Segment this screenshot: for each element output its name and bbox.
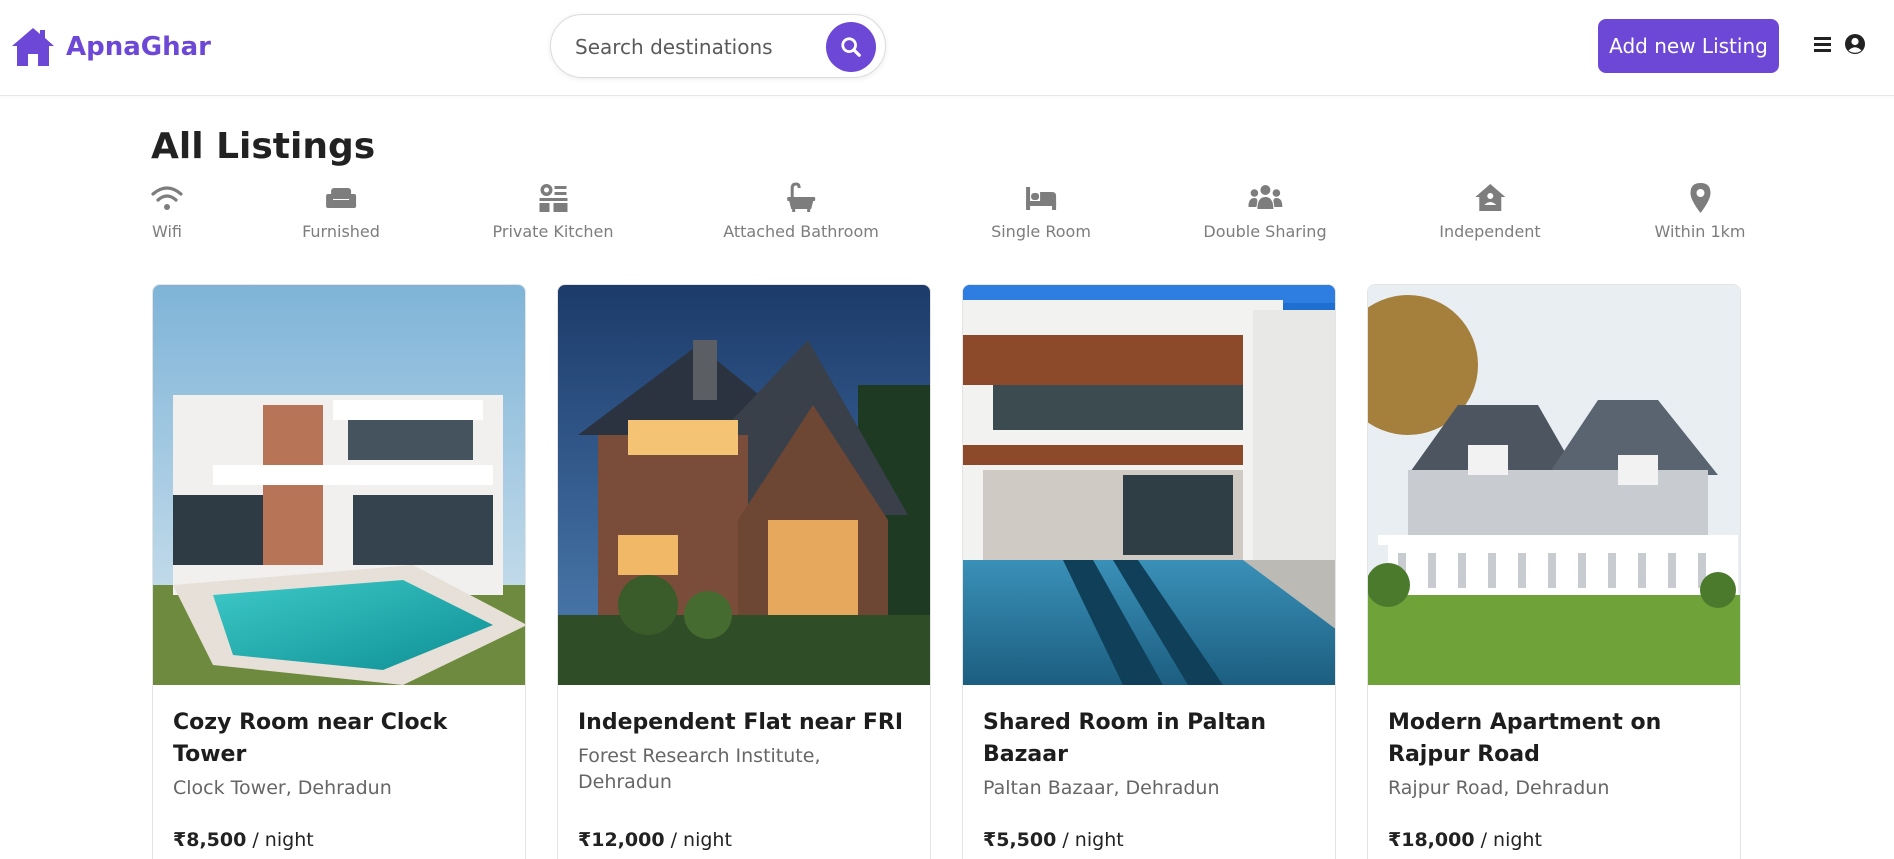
brand-logo[interactable]: ApnaGhar <box>10 26 211 68</box>
listing-title[interactable]: Independent Flat near FRI <box>578 707 910 739</box>
price-unit: / night <box>1056 829 1124 851</box>
price-value: ₹18,000 <box>1388 829 1475 851</box>
sofa-icon <box>325 188 356 208</box>
house-icon <box>1474 184 1505 211</box>
filter-label: Wifi <box>152 222 182 241</box>
listing-image <box>153 285 525 685</box>
filter-label: Single Room <box>991 222 1091 241</box>
bed-icon <box>1026 187 1056 210</box>
people-icon <box>1247 185 1282 209</box>
listing-price: ₹12,000 / night <box>578 829 732 851</box>
bathtub-icon <box>787 182 815 212</box>
search-icon <box>841 37 861 57</box>
listing-price: ₹8,500 / night <box>173 829 314 851</box>
listing-image <box>558 285 930 685</box>
hamburger-menu-icon <box>1814 37 1831 52</box>
listing-location: Forest Research Institute, Dehradun <box>578 745 821 793</box>
navbar: ApnaGhar Add new Listing <box>0 0 1894 96</box>
filter-label: Independent <box>1439 222 1541 241</box>
filter-label: Private Kitchen <box>492 222 614 241</box>
filter-within-1km[interactable]: Within 1km <box>1654 182 1746 241</box>
listing-price: ₹18,000 / night <box>1388 829 1542 851</box>
listing-location: Rajpur Road, Dehradun <box>1388 777 1610 799</box>
user-menu[interactable] <box>1812 33 1866 55</box>
brand-name: ApnaGhar <box>66 32 212 62</box>
page-title: All Listings <box>151 126 376 167</box>
search-bar <box>550 14 886 78</box>
filter-wifi[interactable]: Wifi <box>150 182 184 241</box>
location-pin-icon <box>1690 183 1710 213</box>
listing-title[interactable]: Modern Apartment on Rajpur Road <box>1388 707 1720 771</box>
listing-image <box>1368 285 1740 685</box>
price-value: ₹8,500 <box>173 829 247 851</box>
listing-location: Clock Tower, Dehradun <box>173 777 392 799</box>
kitchen-icon <box>539 184 567 212</box>
filter-attached-bathroom[interactable]: Attached Bathroom <box>723 182 879 241</box>
listing-price: ₹5,500 / night <box>983 829 1124 851</box>
search-input[interactable] <box>575 33 805 61</box>
listing-location: Paltan Bazaar, Dehradun <box>983 777 1220 799</box>
price-unit: / night <box>664 829 732 851</box>
price-unit: / night <box>1474 829 1542 851</box>
filter-private-kitchen[interactable]: Private Kitchen <box>493 182 614 241</box>
house-logo-icon <box>12 28 54 66</box>
price-value: ₹12,000 <box>578 829 665 851</box>
search-button[interactable] <box>826 22 876 72</box>
wifi-icon <box>151 186 183 210</box>
add-listing-button[interactable]: Add new Listing <box>1598 19 1779 73</box>
listing-card[interactable]: Independent Flat near FRI Forest Researc… <box>557 284 931 859</box>
listing-title[interactable]: Cozy Room near Clock Tower <box>173 707 505 771</box>
filter-label: Attached Bathroom <box>723 222 879 241</box>
filter-label: Double Sharing <box>1203 222 1327 241</box>
filter-independent[interactable]: Independent <box>1439 182 1541 241</box>
price-unit: / night <box>246 829 314 851</box>
filter-label: Within 1km <box>1654 222 1746 241</box>
listing-card[interactable]: Modern Apartment on Rajpur Road Rajpur R… <box>1367 284 1741 859</box>
filter-furnished[interactable]: Furnished <box>302 182 380 241</box>
listing-card[interactable]: Shared Room in Paltan Bazaar Paltan Baza… <box>962 284 1336 859</box>
listing-card[interactable]: Cozy Room near Clock Tower Clock Tower, … <box>152 284 526 859</box>
user-avatar-icon <box>1845 34 1865 54</box>
filter-bar: Wifi Furnished Private Kitchen Attached … <box>150 182 1746 252</box>
listing-title[interactable]: Shared Room in Paltan Bazaar <box>983 707 1315 771</box>
filter-label: Furnished <box>302 222 380 241</box>
filter-single-room[interactable]: Single Room <box>991 182 1091 241</box>
price-value: ₹5,500 <box>983 829 1057 851</box>
listing-image <box>963 285 1335 685</box>
filter-double-sharing[interactable]: Double Sharing <box>1203 182 1327 241</box>
